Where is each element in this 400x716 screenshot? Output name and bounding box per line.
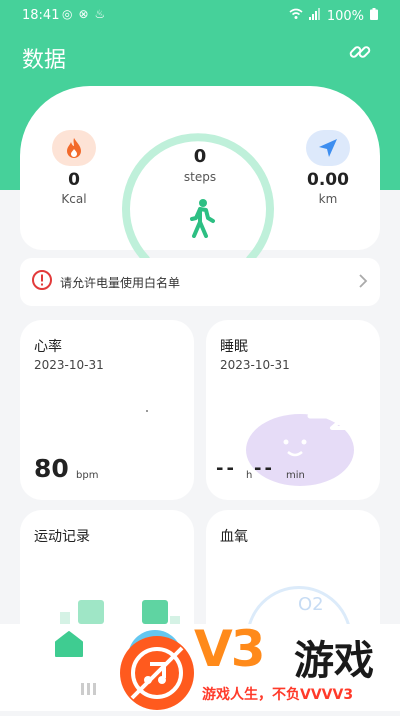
device-link-button[interactable]: [348, 40, 372, 64]
sleep-card[interactable]: 睡眠 2023-10-31 -- h -- min: [206, 320, 380, 500]
status-time: 18:41: [22, 8, 60, 23]
exercise-record-card[interactable]: 运动记录: [20, 510, 194, 624]
battery-percent: 100%: [326, 8, 364, 24]
exercise-title: 运动记录: [34, 529, 90, 545]
page-title: 数据: [22, 48, 67, 73]
flame-icon: [52, 130, 96, 166]
walking-icon: [186, 198, 216, 242]
sleep-date: 2023-10-31: [220, 358, 290, 372]
blood-oxygen-title: 血氧: [220, 529, 248, 545]
location-arrow-icon: [306, 130, 350, 166]
notification-icon: ⊗: [78, 7, 89, 21]
blood-oxygen-card[interactable]: 血氧 O2: [206, 510, 380, 624]
warning-icon: [32, 270, 52, 294]
notification-icon: ♨: [94, 7, 106, 21]
distance-stat: 0.00 km: [288, 130, 368, 206]
sleep-hours-unit: h: [246, 470, 253, 481]
tab-home[interactable]: [54, 630, 84, 658]
notification-icon: ◎: [62, 7, 73, 21]
battery-icon: [370, 8, 378, 24]
calories-stat: 0 Kcal: [34, 130, 114, 206]
notification-icons: ◎ ⊗ ♨: [62, 7, 105, 21]
heart-rate-title: 心率: [34, 339, 62, 355]
sleep-minutes-unit: min: [286, 470, 305, 481]
watermark-name: 游戏: [294, 638, 374, 684]
oxygen-symbol: O2: [298, 594, 324, 615]
signal-icon: [308, 8, 321, 24]
status-right: 100%: [289, 8, 378, 24]
watermark-slogan: 游戏人生，不负VVVV3: [202, 687, 354, 703]
distance-value: 0.00: [307, 170, 349, 190]
distance-unit: km: [318, 192, 338, 206]
calories-value: 0: [68, 170, 80, 190]
steps-value: 0: [193, 146, 207, 167]
battery-whitelist-notice[interactable]: 请允许电量使用白名单: [20, 258, 380, 306]
heart-rate-card[interactable]: 心率 2023-10-31 80 bpm: [20, 320, 194, 500]
watermark-logo: [118, 634, 196, 712]
status-bar: 18:41 ◎ ⊗ ♨ 100%: [0, 0, 400, 30]
link-icon: [349, 46, 371, 58]
activity-summary-card[interactable]: 0 Kcal 0 steps 0.00 km: [20, 86, 380, 263]
chevron-right-icon: [358, 273, 368, 293]
sleep-minutes: --: [254, 458, 275, 479]
heart-rate-value: 80: [34, 454, 69, 483]
home-icon: [55, 631, 83, 657]
sleep-hours: --: [216, 458, 237, 479]
stats-tab-icon[interactable]: [80, 680, 98, 699]
heart-rate-unit: bpm: [76, 470, 99, 481]
notice-text: 请允许电量使用白名单: [60, 275, 181, 290]
heart-rate-date: 2023-10-31: [34, 358, 104, 372]
watermark-brand: V3: [194, 620, 265, 678]
calories-unit: Kcal: [61, 192, 87, 206]
exercise-bars-chart: [60, 600, 180, 624]
wifi-icon: [289, 8, 303, 24]
sleep-title: 睡眠: [220, 339, 248, 355]
heart-rate-chart: [146, 410, 148, 412]
steps-unit: steps: [183, 170, 217, 184]
